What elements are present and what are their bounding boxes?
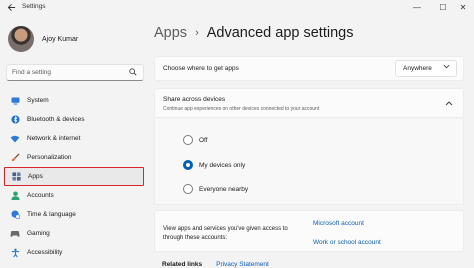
apps-icon — [11, 172, 21, 182]
close-button[interactable]: ✕ — [454, 1, 472, 13]
sidebar-item-personalization[interactable]: Personalization — [4, 148, 144, 167]
gaming-icon — [10, 229, 20, 239]
profile-name: Ajoy Kumar — [42, 35, 79, 43]
minimize-button[interactable]: — — [408, 1, 426, 13]
breadcrumb-apps-link[interactable]: Apps — [154, 25, 187, 41]
breadcrumb: Apps › Advanced app settings — [154, 25, 353, 41]
chevron-up-icon[interactable] — [445, 99, 453, 108]
microsoft-account-link[interactable]: Microsoft account — [313, 220, 364, 227]
radio-button[interactable] — [183, 135, 193, 145]
user-profile[interactable]: Ajoy Kumar — [8, 26, 78, 52]
maximize-button[interactable]: ☐ — [434, 1, 452, 13]
search-icon[interactable] — [129, 68, 137, 78]
sidebar-nav: System Bluetooth & devices Network & int… — [4, 91, 144, 262]
share-subtitle: Continue app experiences on other device… — [163, 106, 320, 112]
sidebar-item-network[interactable]: Network & internet — [4, 129, 144, 148]
paintbrush-icon — [10, 153, 20, 163]
search-box[interactable] — [6, 64, 144, 81]
sidebar-item-label: Accounts — [27, 192, 54, 199]
radio-option-off[interactable]: Off — [183, 135, 208, 145]
sidebar-item-label: Network & internet — [27, 135, 81, 142]
account-links-card: View apps and services you've given acce… — [154, 210, 464, 252]
accessibility-icon — [10, 248, 20, 258]
avatar[interactable] — [8, 26, 34, 52]
page-title: Advanced app settings — [206, 25, 354, 41]
sidebar-item-label: System — [27, 97, 49, 104]
system-icon — [10, 96, 20, 106]
sidebar-item-gaming[interactable]: Gaming — [4, 224, 144, 243]
search-input[interactable] — [12, 69, 122, 76]
sidebar-item-system[interactable]: System — [4, 91, 144, 110]
radio-option-everyone-nearby[interactable]: Everyone nearby — [183, 184, 248, 194]
choose-apps-label: Choose where to get apps — [163, 65, 239, 72]
sidebar-item-bluetooth[interactable]: Bluetooth & devices — [4, 110, 144, 129]
account-links-description: View apps and services you've given acce… — [163, 226, 288, 241]
radio-label: Off — [199, 136, 208, 144]
choose-apps-card: Choose where to get apps Anywhere — [154, 56, 464, 81]
bluetooth-icon — [10, 115, 20, 125]
sidebar-item-apps[interactable]: Apps — [4, 167, 144, 186]
sidebar-item-label: Gaming — [27, 230, 50, 237]
sidebar-item-time-language[interactable]: Time & language — [4, 205, 144, 224]
share-across-devices-header[interactable]: Share across devices Continue app experi… — [154, 88, 464, 118]
radio-option-my-devices[interactable]: My devices only — [183, 160, 245, 170]
share-title: Share across devices — [163, 96, 226, 103]
radio-button-selected[interactable] — [183, 160, 193, 170]
sidebar-item-label: Apps — [28, 173, 43, 180]
accounts-icon — [10, 191, 20, 201]
related-links: Related links Privacy Statement — [162, 261, 269, 268]
chevron-down-icon — [443, 64, 450, 71]
network-icon — [10, 134, 20, 144]
related-links-label: Related links — [162, 261, 203, 268]
sidebar-item-label: Time & language — [27, 211, 76, 218]
app-source-dropdown[interactable]: Anywhere — [395, 60, 457, 77]
sidebar-item-accounts[interactable]: Accounts — [4, 186, 144, 205]
title-bar: Settings — ☐ ✕ — [0, 0, 474, 16]
share-options-panel: Off My devices only Everyone nearby — [154, 119, 464, 205]
radio-label: My devices only — [199, 161, 246, 169]
privacy-statement-link[interactable]: Privacy Statement — [216, 261, 269, 268]
breadcrumb-separator: › — [195, 27, 199, 39]
radio-label: Everyone nearby — [199, 185, 249, 193]
sidebar-item-label: Personalization — [27, 154, 72, 161]
app-source-value: Anywhere — [403, 65, 432, 72]
clock-globe-icon — [10, 210, 20, 220]
work-school-account-link[interactable]: Work or school account — [313, 239, 381, 246]
sidebar-item-label: Accessibility — [27, 249, 63, 256]
sidebar-item-label: Bluetooth & devices — [27, 116, 85, 123]
back-arrow-icon[interactable] — [5, 1, 17, 13]
app-title: Settings — [22, 3, 46, 10]
radio-button[interactable] — [183, 184, 193, 194]
sidebar-item-accessibility[interactable]: Accessibility — [4, 243, 144, 262]
